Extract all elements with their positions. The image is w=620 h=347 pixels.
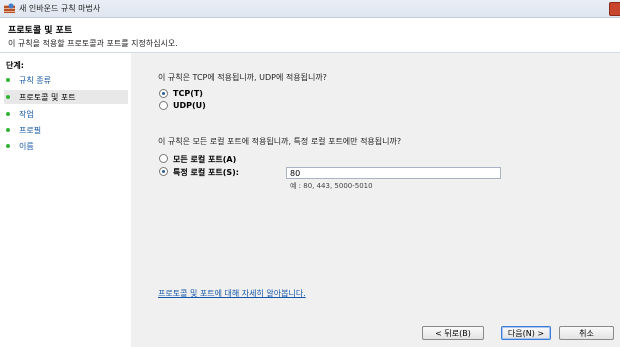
steps-title: 단계:: [6, 61, 24, 70]
ports-question: 이 규칙은 모든 로컬 포트에 적용됩니까, 특정 로컬 포트에만 적용됩니까?: [158, 137, 402, 146]
steps-pane: 단계: 규칙 종류 프로토콜 및 포트 작업 프로필 이름: [0, 53, 131, 347]
main-content: 이 규칙은 TCP에 적용됩니까, UDP에 적용됩니까? TCP(T) UDP…: [131, 53, 620, 347]
title-bar: 새 인바운드 규칙 마법사: [0, 0, 620, 18]
step-bullet-icon: [6, 112, 10, 116]
port-input[interactable]: 80: [286, 167, 501, 179]
step-profile[interactable]: 프로필: [4, 123, 128, 137]
protocol-question: 이 규칙은 TCP에 적용됩니까, UDP에 적용됩니까?: [158, 73, 327, 82]
all-ports-label[interactable]: 모든 로컬 포트(A): [173, 154, 236, 165]
tcp-label[interactable]: TCP(T): [173, 89, 203, 98]
step-label: 프로토콜 및 포트: [19, 93, 76, 102]
next-button[interactable]: 다음(N) >: [501, 326, 551, 340]
close-button[interactable]: [609, 2, 620, 16]
step-bullet-icon: [6, 95, 10, 99]
step-bullet-icon: [6, 144, 10, 148]
back-button[interactable]: < 뒤로(B): [422, 326, 484, 340]
page-subtitle: 이 규칙을 적용할 프로토콜과 포트를 지정하십시오.: [8, 39, 178, 48]
tcp-radio[interactable]: [159, 89, 168, 98]
help-link[interactable]: 프로토콜 및 포트에 대해 자세히 알아봅니다.: [158, 288, 306, 299]
step-bullet-icon: [6, 128, 10, 132]
page-header: 프로토콜 및 포트 이 규칙을 적용할 프로토콜과 포트를 지정하십시오.: [0, 18, 620, 53]
specific-ports-label[interactable]: 특정 로컬 포트(S):: [173, 167, 239, 178]
udp-radio[interactable]: [159, 101, 168, 110]
firewall-icon: [4, 3, 15, 13]
specific-ports-radio[interactable]: [159, 167, 168, 176]
cancel-button[interactable]: 취소: [559, 326, 614, 340]
udp-label[interactable]: UDP(U): [173, 101, 206, 110]
step-name[interactable]: 이름: [4, 139, 128, 153]
step-bullet-icon: [6, 78, 10, 82]
step-label: 프로필: [19, 126, 42, 135]
step-label: 작업: [19, 110, 34, 119]
port-example: 예 : 80, 443, 5000-5010: [290, 182, 373, 190]
window-title: 새 인바운드 규칙 마법사: [19, 4, 101, 13]
page-title: 프로토콜 및 포트: [8, 26, 73, 36]
step-action[interactable]: 작업: [4, 107, 128, 121]
step-label: 규칙 종류: [19, 76, 51, 85]
step-protocol-ports[interactable]: 프로토콜 및 포트: [4, 90, 128, 104]
step-rule-type[interactable]: 규칙 종류: [4, 73, 128, 87]
step-label: 이름: [19, 142, 34, 151]
all-ports-radio[interactable]: [159, 154, 168, 163]
